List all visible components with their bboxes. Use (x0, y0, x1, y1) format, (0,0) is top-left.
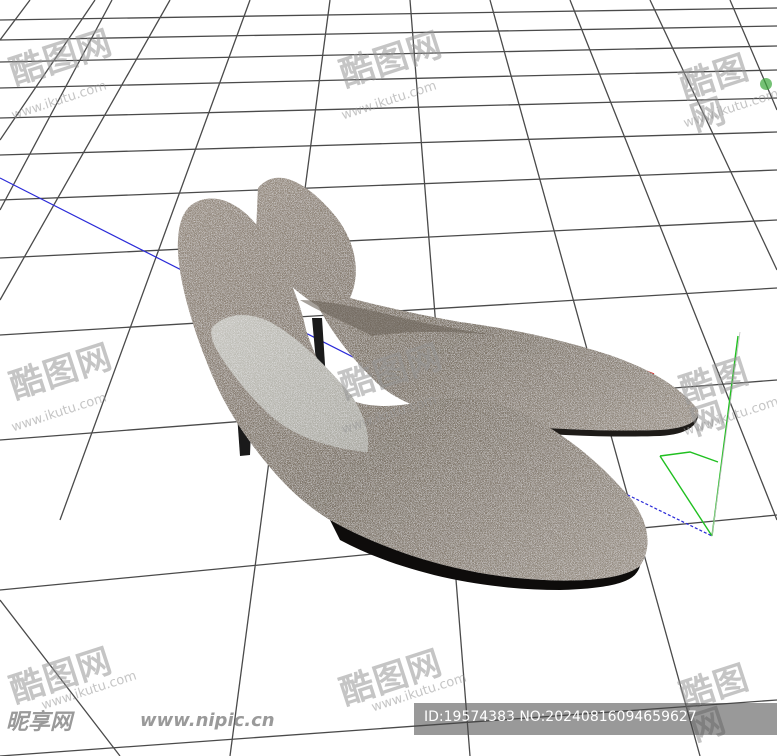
id-text: ID:19574383 NO:20240816094659627 (424, 709, 697, 725)
nipic-logo: 昵享网 (6, 710, 73, 735)
scene-render (0, 0, 777, 756)
3d-viewport[interactable]: 酷图网 www.ikutu.com 酷图网 www.ikutu.com 酷图网 … (0, 0, 777, 756)
nipic-url: www.nipic.cn (140, 710, 275, 731)
plant-speck (760, 78, 772, 90)
